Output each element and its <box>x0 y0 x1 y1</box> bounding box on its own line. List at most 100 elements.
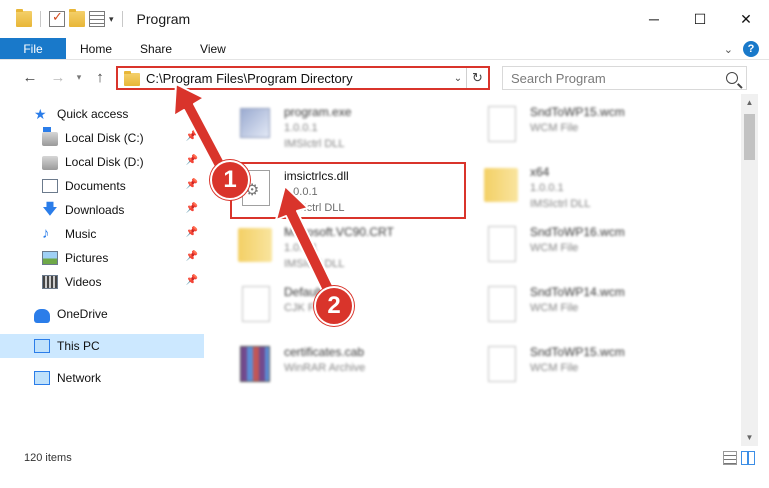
nav-label: Music <box>65 227 97 241</box>
address-bar[interactable]: C:\Program Files\Program Directory ⌄ ↻ <box>116 66 490 90</box>
refresh-button[interactable]: ↻ <box>466 68 488 88</box>
file-item[interactable]: SndToWP15.wcm WCM File <box>482 344 712 392</box>
cloud-icon <box>34 308 50 323</box>
recent-locations-dropdown[interactable]: ▾ <box>72 72 86 83</box>
quick-access-toolbar: ▾ Program <box>0 9 190 27</box>
scrollbar-thumb[interactable] <box>744 114 755 160</box>
maximize-button[interactable]: ☐ <box>677 0 723 38</box>
view-toggle <box>723 451 755 465</box>
expand-ribbon-icon[interactable]: ⌄ <box>724 43 733 56</box>
navigation-pane: ★ Quick access Local Disk (C:) 📌 Local D… <box>0 94 208 446</box>
divider <box>40 11 41 27</box>
arrow-left-icon: ← <box>22 68 38 86</box>
file-meta: IMSIctrl DLL <box>284 202 345 214</box>
step-badge-1: 1 <box>210 160 250 200</box>
nav-this-pc[interactable]: This PC <box>0 334 204 358</box>
file-item[interactable]: x64 1.0.0.1 IMSIctrl DLL <box>482 164 712 212</box>
pin-icon[interactable]: 📌 <box>186 275 198 286</box>
minimize-button[interactable]: ─ <box>631 0 677 38</box>
file-name: SndToWP16.wcm <box>530 225 625 239</box>
folder-icon <box>238 228 272 262</box>
nav-network[interactable]: Network <box>0 366 204 390</box>
address-path[interactable]: C:\Program Files\Program Directory <box>146 71 450 86</box>
pin-icon[interactable]: 📌 <box>186 155 198 166</box>
pin-icon[interactable]: 📌 <box>186 131 198 142</box>
file-item[interactable]: SndToWP14.wcm WCM File <box>482 284 712 332</box>
file-name: certificates.cab <box>284 345 365 359</box>
documents-icon <box>42 179 58 193</box>
exe-icon <box>240 108 270 138</box>
nav-music[interactable]: ♪ Music 📌 <box>0 222 204 246</box>
help-icon[interactable]: ? <box>743 41 759 57</box>
tab-share[interactable]: Share <box>126 38 186 59</box>
file-icon <box>242 286 270 322</box>
nav-local-disk-c[interactable]: Local Disk (C:) 📌 <box>0 126 204 150</box>
tiles-view-icon[interactable] <box>741 451 755 465</box>
back-button[interactable]: ← <box>16 65 44 89</box>
new-folder-icon[interactable] <box>69 9 85 27</box>
tab-view[interactable]: View <box>186 38 240 59</box>
nav-pictures[interactable]: Pictures 📌 <box>0 246 204 270</box>
folder-icon <box>124 70 140 86</box>
status-bar: 120 items <box>0 446 769 470</box>
ribbon-tabs: File Home Share View ⌄ ? <box>0 38 769 60</box>
file-list: program.exe 1.0.0.1 IMSIctrl DLL Microso… <box>208 94 741 446</box>
nav-local-disk-d[interactable]: Local Disk (D:) 📌 <box>0 150 204 174</box>
nav-documents[interactable]: Documents 📌 <box>0 174 204 198</box>
scroll-up-icon[interactable]: ▲ <box>741 94 758 111</box>
highlighted-file-item[interactable]: ⚙ imsictrlcs.dll 1.0.0.1 IMSIctrl DLL <box>230 162 466 219</box>
drive-icon <box>42 156 58 170</box>
nav-label: Pictures <box>65 251 109 265</box>
nav-label: This PC <box>57 339 100 353</box>
file-name: x64 <box>530 165 550 179</box>
nav-label: Videos <box>65 275 102 289</box>
nav-label: Documents <box>65 179 126 193</box>
pin-icon[interactable]: 📌 <box>186 203 198 214</box>
file-meta: IMSIctrl DLL <box>284 138 345 150</box>
videos-icon <box>42 275 58 289</box>
chevron-down-icon[interactable]: ⌄ <box>450 73 466 84</box>
scroll-down-icon[interactable]: ▼ <box>741 429 758 446</box>
nav-quick-access[interactable]: ★ Quick access <box>0 102 204 126</box>
nav-videos[interactable]: Videos 📌 <box>0 270 204 294</box>
pictures-icon <box>42 251 58 265</box>
file-name: imsictrlcs.dll <box>284 169 349 183</box>
tab-home[interactable]: Home <box>66 38 126 59</box>
file-meta: WCM File <box>530 122 579 134</box>
nav-label: Quick access <box>57 107 129 121</box>
file-name: SndToWP14.wcm <box>530 285 625 299</box>
file-item[interactable]: SndToWP15.wcm WCM File <box>482 104 712 152</box>
file-item[interactable]: SndToWP16.wcm WCM File <box>482 224 712 272</box>
file-name: Microsoft.VC90.CRT <box>284 225 394 239</box>
file-item[interactable]: certificates.cab WinRAR Archive <box>236 344 466 392</box>
nav-downloads[interactable]: 🡇 Downloads 📌 <box>0 198 204 222</box>
file-item[interactable]: Microsoft.VC90.CRT 1.0.0.1 IMSIctrl DLL <box>236 224 466 272</box>
file-item[interactable]: program.exe 1.0.0.1 IMSIctrl DLL <box>236 104 466 152</box>
pin-icon[interactable]: 📌 <box>186 227 198 238</box>
arrow-right-icon: → <box>50 68 66 86</box>
up-button[interactable]: ↑ <box>86 65 114 89</box>
file-name: program.exe <box>284 105 352 119</box>
vertical-scrollbar[interactable]: ▲ ▼ <box>741 94 758 446</box>
tab-file[interactable]: File <box>0 38 66 59</box>
refresh-icon: ↻ <box>472 70 483 85</box>
close-button[interactable]: ✕ <box>723 0 769 38</box>
winrar-icon <box>240 346 270 382</box>
pin-icon[interactable]: 📌 <box>186 251 198 262</box>
window-controls: ─ ☐ ✕ <box>631 0 769 38</box>
pin-icon[interactable]: 📌 <box>186 179 198 190</box>
nav-onedrive[interactable]: OneDrive <box>0 302 204 326</box>
search-icon <box>726 72 738 84</box>
file-name: SndToWP15.wcm <box>530 105 625 119</box>
file-meta: 1.0.0.1 <box>530 182 564 194</box>
details-view-icon[interactable] <box>723 451 737 465</box>
chevron-down-icon[interactable]: ▾ <box>109 14 114 25</box>
customize-toolbar-icon[interactable] <box>89 11 105 27</box>
file-meta: IMSIctrl DLL <box>284 258 345 270</box>
folder-icon <box>16 9 32 27</box>
search-input[interactable]: Search Program <box>502 66 747 90</box>
file-item-imsictrlcs[interactable]: ⚙ imsictrlcs.dll 1.0.0.1 IMSIctrl DLL <box>236 168 466 216</box>
star-icon: ★ <box>34 106 47 122</box>
forward-button[interactable]: → <box>44 65 72 89</box>
properties-check-icon[interactable] <box>49 9 65 27</box>
